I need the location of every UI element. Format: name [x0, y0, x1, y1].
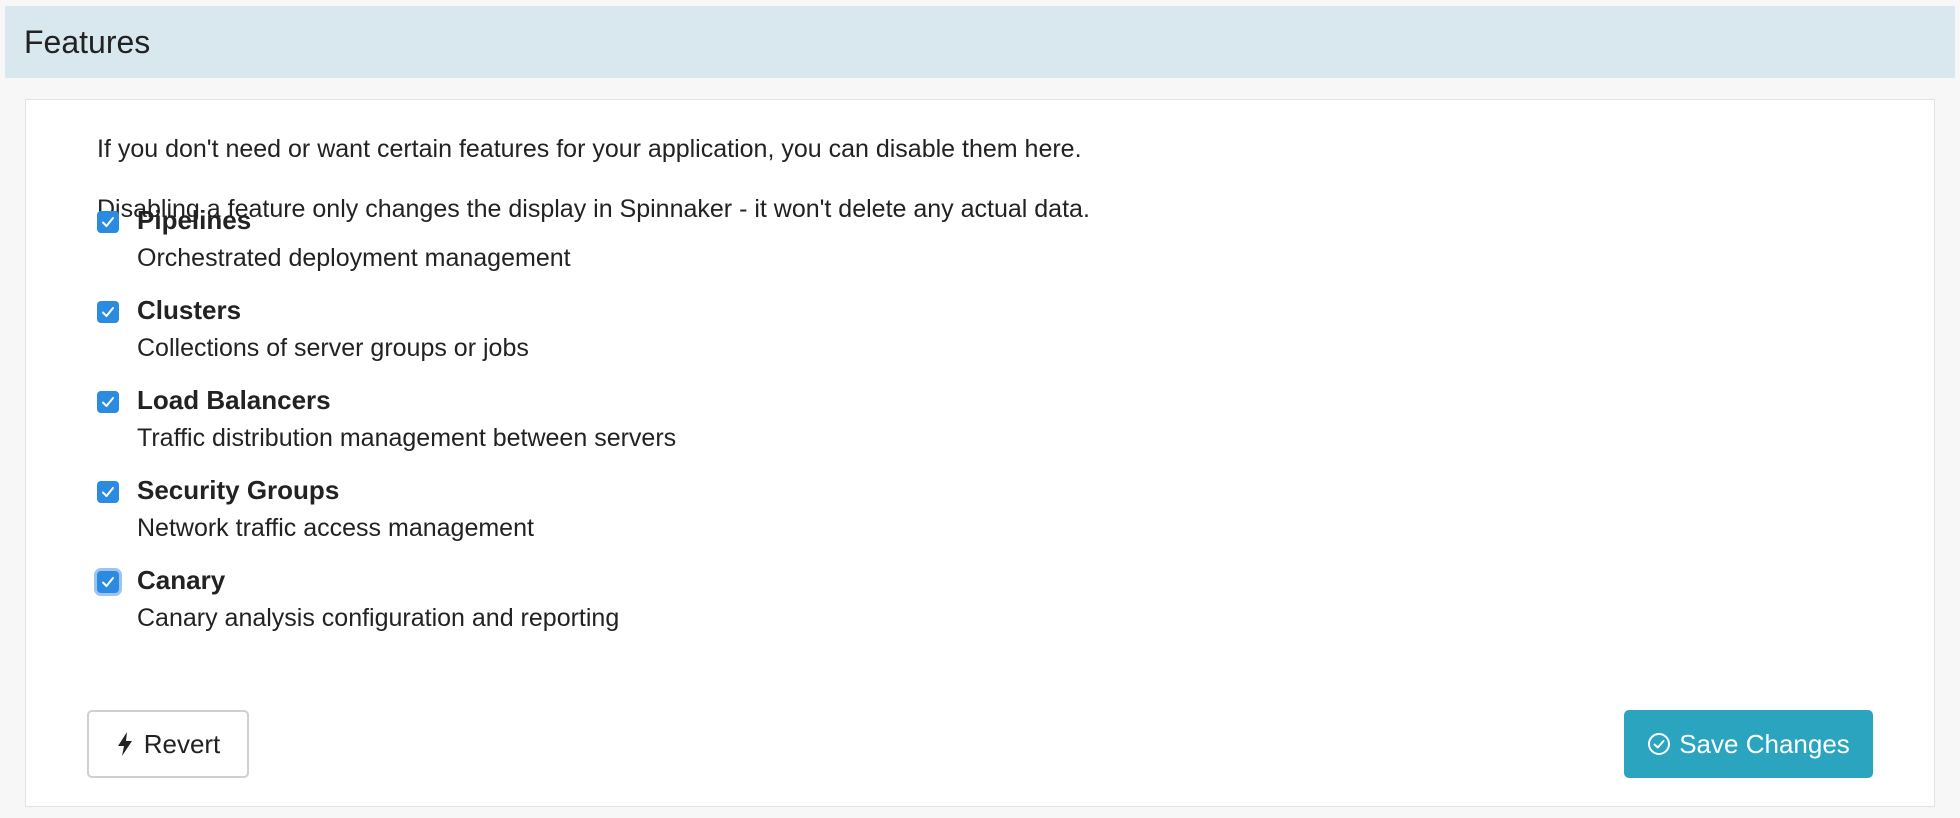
feature-description: Traffic distribution management between … — [137, 424, 677, 452]
pipelines-checkbox[interactable] — [97, 211, 119, 233]
section-header: Features — [5, 6, 1955, 78]
save-button-label: Save Changes — [1679, 728, 1850, 759]
clusters-checkbox[interactable] — [97, 301, 119, 323]
feature-name[interactable]: Pipelines — [137, 205, 251, 236]
features-panel: If you don't need or want certain featur… — [25, 99, 1935, 807]
checkmark-icon — [102, 307, 114, 317]
feature-description: Orchestrated deployment management — [137, 244, 571, 272]
features-page: Features If you don't need or want certa… — [0, 0, 1960, 818]
intro-text: If you don't need or want certain featur… — [97, 135, 1082, 163]
revert-button-label: Revert — [143, 728, 221, 759]
feature-pipelines: Pipelines Orchestrated deployment manage… — [97, 202, 997, 282]
checkmark-icon — [102, 397, 114, 407]
canary-checkbox[interactable] — [97, 571, 119, 593]
load-balancers-checkbox[interactable] — [97, 391, 119, 413]
feature-name[interactable]: Load Balancers — [137, 385, 331, 416]
lightning-bolt-icon — [116, 731, 134, 757]
feature-canary: Canary Canary analysis configuration and… — [97, 562, 997, 642]
feature-load-balancers: Load Balancers Traffic distribution mana… — [97, 382, 997, 462]
save-changes-button[interactable]: Save Changes — [1624, 710, 1873, 778]
security-groups-checkbox[interactable] — [97, 481, 119, 503]
feature-name[interactable]: Clusters — [137, 295, 241, 326]
revert-button[interactable]: Revert — [87, 710, 249, 778]
feature-description: Network traffic access management — [137, 514, 534, 542]
checkmark-icon — [102, 217, 114, 227]
feature-name[interactable]: Canary — [137, 565, 225, 596]
check-circle-icon — [1647, 732, 1671, 756]
feature-description: Collections of server groups or jobs — [137, 334, 529, 362]
feature-clusters: Clusters Collections of server groups or… — [97, 292, 997, 372]
feature-security-groups: Security Groups Network traffic access m… — [97, 472, 997, 552]
checkmark-icon — [102, 577, 114, 587]
feature-name[interactable]: Security Groups — [137, 475, 339, 506]
checkmark-icon — [102, 487, 114, 497]
section-title: Features — [24, 23, 151, 60]
feature-description: Canary analysis configuration and report… — [137, 604, 620, 632]
